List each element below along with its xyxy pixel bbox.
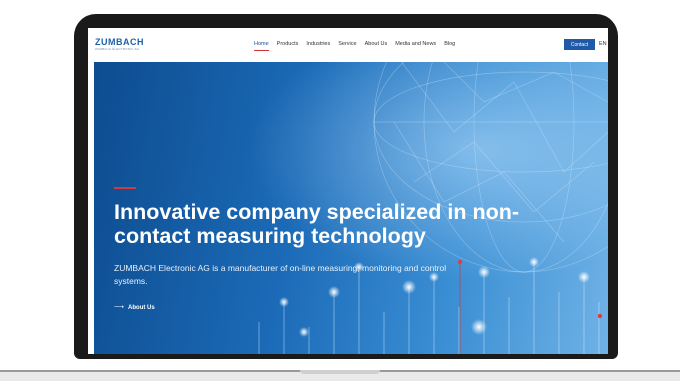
zumbach-logo[interactable]: ZUMBACH ZUMBACH ELECTRONIC AG [95, 38, 144, 52]
browser-screen: ZUMBACH ZUMBACH ELECTRONIC AG Home Produ… [88, 28, 608, 354]
site-header: ZUMBACH ZUMBACH ELECTRONIC AG Home Produ… [88, 28, 608, 62]
logo-wordmark: ZUMBACH [95, 37, 144, 47]
main-navigation: Home Products Industries Service About U… [254, 41, 455, 51]
nav-industries[interactable]: Industries [306, 41, 330, 47]
logo-tagline: ZUMBACH ELECTRONIC AG [95, 47, 140, 51]
arrow-right-icon: ⟶ [114, 304, 125, 311]
nav-home[interactable]: Home [254, 41, 269, 51]
contact-button[interactable]: Contact [564, 39, 595, 50]
hero-headline: Innovative company specialized in non-co… [114, 200, 520, 248]
about-us-link-label: About Us [128, 304, 155, 311]
nav-media-and-news[interactable]: Media and News [395, 41, 436, 47]
language-selector[interactable]: EN [599, 41, 607, 47]
hero-description: ZUMBACH Electronic AG is a manufacturer … [114, 263, 447, 286]
about-us-link[interactable]: ⟶ About Us [114, 304, 155, 311]
nav-products[interactable]: Products [277, 41, 299, 47]
nav-service[interactable]: Service [338, 41, 356, 47]
nav-about-us[interactable]: About Us [365, 41, 388, 47]
laptop-hinge-notch [300, 370, 380, 374]
headline-accent-line [114, 187, 136, 189]
hero-banner: Innovative company specialized in non-co… [94, 62, 608, 354]
nav-blog[interactable]: Blog [444, 41, 455, 47]
